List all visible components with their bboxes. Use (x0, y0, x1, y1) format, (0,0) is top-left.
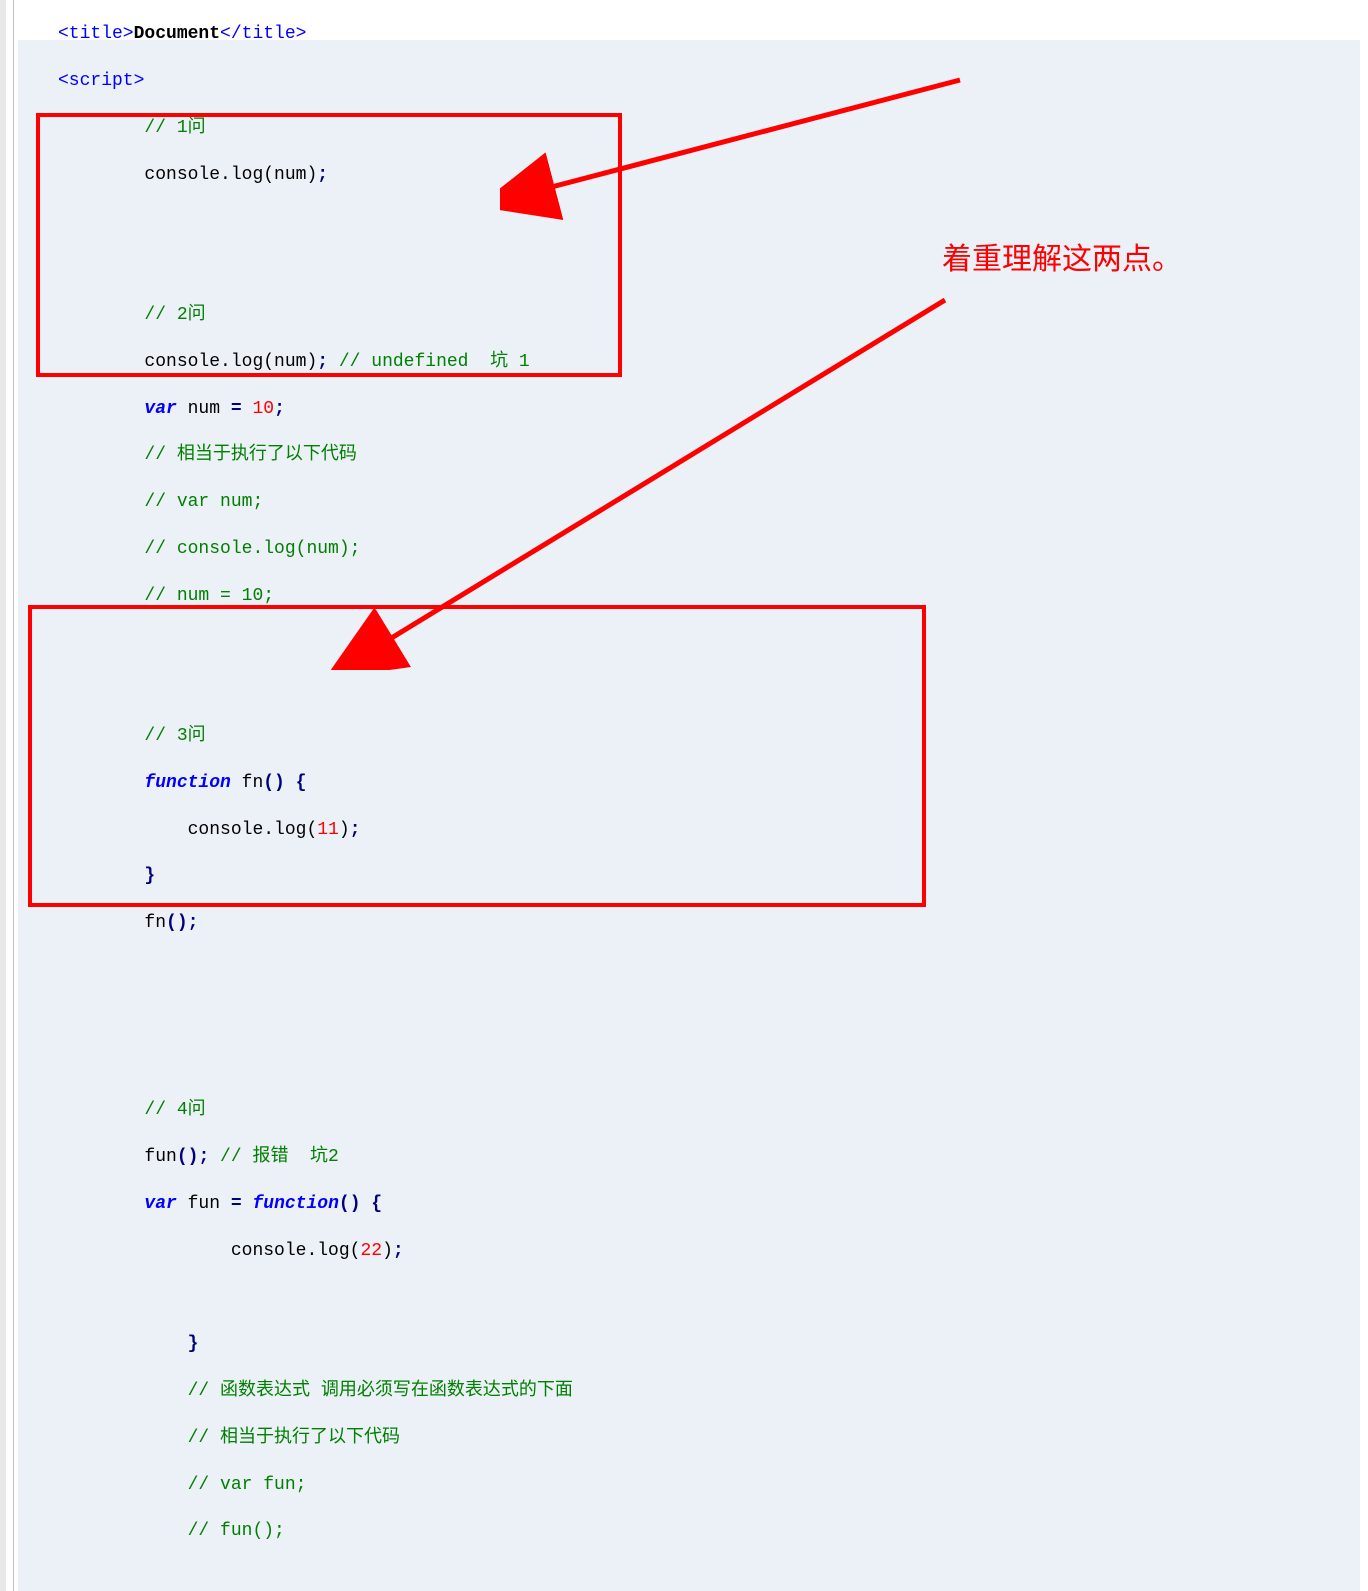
editor-gutter (0, 0, 14, 1591)
code-line: fn(); (18, 912, 1368, 935)
code-line: var num = 10; (18, 398, 1368, 421)
code-line (18, 959, 1368, 982)
code-line: // var fun; (18, 1474, 1368, 1497)
code-line: // 4问 (18, 1099, 1368, 1122)
code-line: // fun(); (18, 1520, 1368, 1543)
code-line: } (18, 1333, 1368, 1356)
code-line: <title>Document</title> (18, 23, 1368, 46)
annotation-main: 着重理解这两点。 (942, 240, 1182, 279)
code-line: console.log(22); (18, 1240, 1368, 1263)
code-line: var fun = function() { (18, 1193, 1368, 1216)
code-line (18, 1053, 1368, 1076)
code-line (18, 1006, 1368, 1029)
code-line: // console.log(num); (18, 538, 1368, 561)
code-line: // 相当于执行了以下代码 (18, 1427, 1368, 1450)
code-line: fun(); // 报错 坑2 (18, 1146, 1368, 1169)
highlight-box-1 (36, 113, 622, 377)
code-line: // 函数表达式 调用必须写在函数表达式的下面 (18, 1380, 1368, 1403)
highlight-box-2 (28, 605, 926, 907)
code-line (18, 1286, 1368, 1309)
code-line: // var num; (18, 491, 1368, 514)
code-line: <script> (18, 70, 1368, 93)
code-line: // 相当于执行了以下代码 (18, 444, 1368, 467)
